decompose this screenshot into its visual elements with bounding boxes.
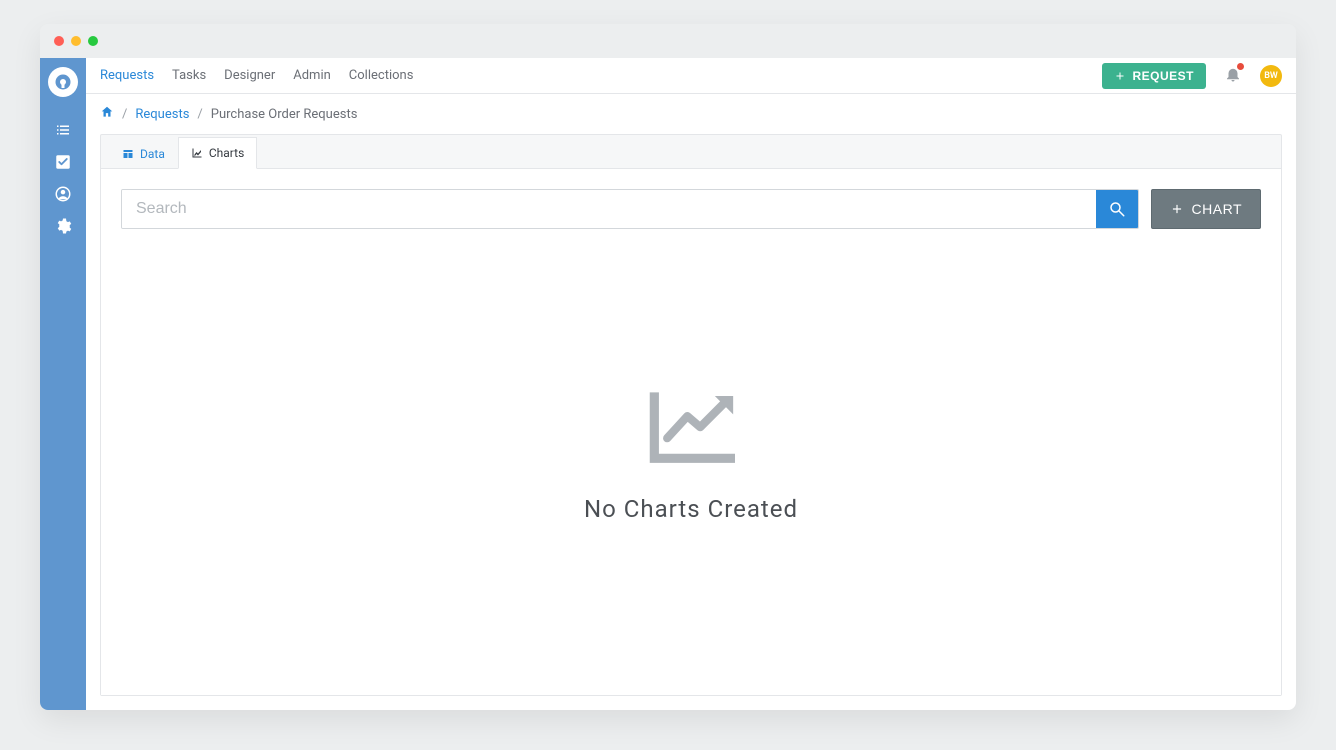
plus-icon bbox=[1114, 70, 1126, 82]
home-icon bbox=[100, 105, 114, 119]
avatar-initials: BW bbox=[1264, 71, 1278, 81]
window-close-dot[interactable] bbox=[54, 36, 64, 46]
content-panel: Data Charts bbox=[100, 134, 1282, 696]
breadcrumb-separator: / bbox=[197, 107, 202, 122]
tab-charts[interactable]: Charts bbox=[178, 137, 257, 169]
breadcrumb-current: Purchase Order Requests bbox=[211, 107, 358, 122]
add-chart-label: CHART bbox=[1192, 201, 1242, 217]
list-icon bbox=[54, 121, 72, 139]
toolbar: CHART bbox=[121, 189, 1261, 229]
nav-admin[interactable]: Admin bbox=[293, 68, 331, 83]
sidebar-item-settings[interactable] bbox=[40, 210, 86, 242]
tab-data-label: Data bbox=[140, 147, 165, 161]
app-root: Requests Tasks Designer Admin Collection… bbox=[40, 58, 1296, 710]
chart-icon bbox=[191, 147, 203, 159]
window-minimize-dot[interactable] bbox=[71, 36, 81, 46]
gear-icon bbox=[54, 217, 72, 235]
tab-charts-label: Charts bbox=[209, 146, 244, 160]
plus-icon bbox=[1170, 202, 1184, 216]
search-field-wrapper bbox=[121, 189, 1139, 229]
search-icon bbox=[1108, 200, 1126, 218]
table-icon bbox=[122, 148, 134, 160]
checkbox-icon bbox=[54, 153, 72, 171]
app-logo[interactable] bbox=[40, 64, 86, 100]
empty-state-title: No Charts Created bbox=[584, 495, 798, 523]
window-maximize-dot[interactable] bbox=[88, 36, 98, 46]
breadcrumb-separator: / bbox=[122, 107, 127, 122]
search-button[interactable] bbox=[1096, 190, 1138, 228]
window-titlebar bbox=[40, 24, 1296, 58]
main-area: Requests Tasks Designer Admin Collection… bbox=[86, 58, 1296, 710]
empty-chart-icon bbox=[636, 381, 746, 477]
notifications-button[interactable] bbox=[1224, 65, 1242, 87]
empty-state: No Charts Created bbox=[121, 229, 1261, 675]
tab-data[interactable]: Data bbox=[109, 138, 178, 169]
panel-body: CHART No Charts Created bbox=[101, 169, 1281, 695]
search-input[interactable] bbox=[122, 190, 1096, 228]
new-request-button[interactable]: REQUEST bbox=[1102, 63, 1206, 89]
breadcrumb-requests-link[interactable]: Requests bbox=[135, 107, 189, 122]
notification-badge bbox=[1237, 63, 1244, 70]
user-avatar[interactable]: BW bbox=[1260, 65, 1282, 87]
logo-mark bbox=[48, 67, 78, 97]
content-shell: Data Charts bbox=[86, 134, 1296, 710]
user-circle-icon bbox=[54, 185, 72, 203]
nav-designer[interactable]: Designer bbox=[224, 68, 275, 83]
sidebar-item-profile[interactable] bbox=[40, 178, 86, 210]
breadcrumb: / Requests / Purchase Order Requests bbox=[86, 94, 1296, 134]
tabs: Data Charts bbox=[101, 135, 1281, 169]
sidebar bbox=[40, 58, 86, 710]
top-nav: Requests Tasks Designer Admin Collection… bbox=[86, 58, 1296, 94]
sidebar-item-tasks[interactable] bbox=[40, 146, 86, 178]
browser-window: Requests Tasks Designer Admin Collection… bbox=[40, 24, 1296, 710]
new-request-label: REQUEST bbox=[1132, 69, 1194, 83]
sidebar-item-list[interactable] bbox=[40, 114, 86, 146]
breadcrumb-home[interactable] bbox=[100, 105, 114, 123]
nav-collections[interactable]: Collections bbox=[349, 68, 414, 83]
nav-tasks[interactable]: Tasks bbox=[172, 68, 206, 83]
add-chart-button[interactable]: CHART bbox=[1151, 189, 1261, 229]
nav-requests[interactable]: Requests bbox=[100, 68, 154, 83]
